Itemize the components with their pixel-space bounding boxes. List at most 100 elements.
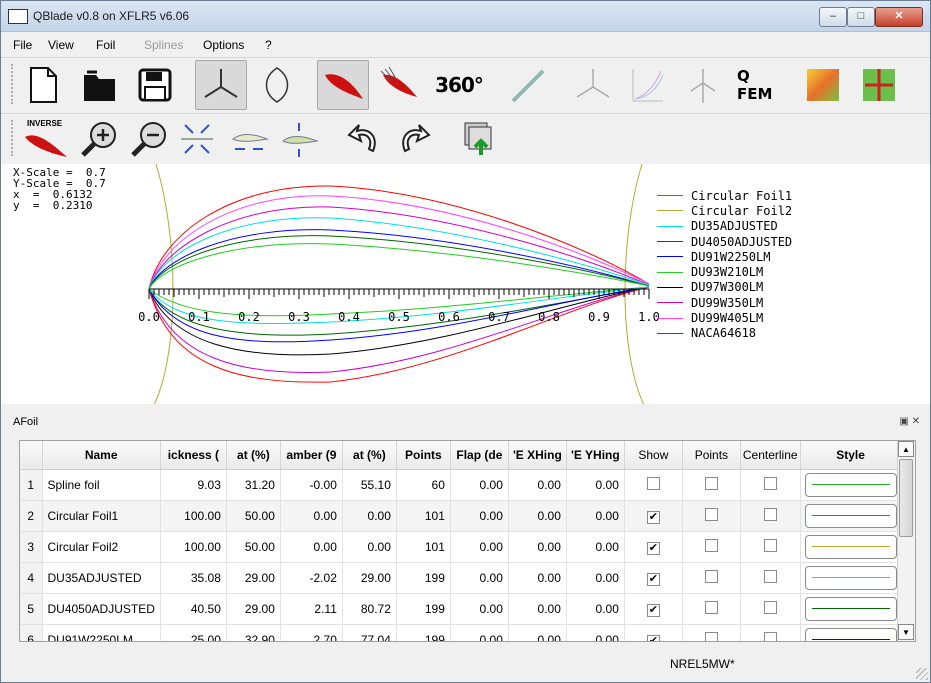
col-header[interactable]: ickness (	[160, 441, 227, 470]
show-checkbox[interactable]: ✔	[646, 634, 660, 641]
cell-thickness-pos[interactable]: 29.00	[226, 562, 281, 594]
pts-checkbox[interactable]	[704, 477, 718, 490]
cell-points[interactable]: 101	[396, 500, 451, 532]
cell-camber-pos[interactable]: 0.00	[342, 531, 397, 563]
cell-thickness[interactable]: 100.00	[160, 500, 227, 532]
cell-name[interactable]: DU91W2250LM	[42, 624, 161, 641]
airfoil-design-icon[interactable]	[317, 60, 369, 110]
show-checkbox[interactable]: ✔	[646, 541, 660, 555]
col-header[interactable]: at (%)	[226, 441, 281, 470]
cell-te-yhinge[interactable]: 0.00	[566, 500, 625, 532]
row-number[interactable]: 5	[20, 593, 43, 625]
line-style-button[interactable]	[804, 504, 897, 528]
cell-thickness-pos[interactable]: 32.90	[226, 624, 281, 641]
col-header[interactable]: Centerline	[740, 441, 801, 470]
inverse-design-icon[interactable]: INVERSE	[21, 116, 71, 162]
pts-checkbox[interactable]	[704, 570, 718, 583]
multi-param-icon[interactable]	[621, 60, 673, 110]
cell-camber[interactable]: 0.00	[280, 500, 343, 532]
new-file-icon[interactable]	[17, 60, 69, 110]
cell-camber[interactable]: 2.11	[280, 593, 343, 625]
col-header[interactable]: 'E XHing	[508, 441, 567, 470]
cell-camber[interactable]: -2.02	[280, 562, 343, 594]
blade-circle-icon[interactable]	[251, 60, 303, 110]
cell-thickness[interactable]: 40.50	[160, 593, 227, 625]
cell-points[interactable]: 101	[396, 531, 451, 563]
row-number[interactable]: 2	[20, 500, 43, 532]
col-header[interactable]: Points	[396, 441, 451, 470]
row-number[interactable]: 6	[20, 624, 43, 641]
cell-thickness[interactable]: 100.00	[160, 531, 227, 563]
polar-360-icon[interactable]: 360°	[433, 60, 485, 110]
cell-thickness-pos[interactable]: 50.00	[226, 531, 281, 563]
cell-te-yhinge[interactable]: 0.00	[566, 593, 625, 625]
export-image-icon[interactable]	[457, 116, 501, 162]
cell-flap[interactable]: 0.00	[450, 624, 509, 641]
cell-te-yhinge[interactable]: 0.00	[566, 562, 625, 594]
zoom-in-icon[interactable]	[77, 116, 121, 162]
save-icon[interactable]	[129, 60, 181, 110]
cell-camber[interactable]: 2.70	[280, 624, 343, 641]
cl-checkbox[interactable]	[763, 539, 777, 552]
pts-checkbox[interactable]	[704, 508, 718, 521]
table-scrollbar[interactable]: ▲ ▼	[897, 441, 915, 641]
cell-te-xhinge[interactable]: 0.00	[508, 500, 567, 532]
show-checkbox[interactable]	[646, 477, 660, 490]
maximize-button[interactable]: □	[847, 7, 875, 27]
col-header[interactable]: amber (9	[280, 441, 343, 470]
menu-view[interactable]: View	[48, 38, 74, 52]
table-row[interactable]: 3 Circular Foil2 100.00 50.00 0.00 0.00 101 0.0…	[20, 531, 902, 563]
line-style-button[interactable]	[804, 628, 897, 641]
cl-checkbox[interactable]	[763, 477, 777, 490]
menu-file[interactable]: File	[13, 38, 32, 52]
col-header[interactable]: Show	[624, 441, 683, 470]
cl-checkbox[interactable]	[763, 570, 777, 583]
table-row[interactable]: 1 Spline foil 9.03 31.20 -0.00 55.10 60 0.00 0.0…	[20, 469, 902, 501]
table-row[interactable]: 5 DU4050ADJUSTED 40.50 29.00 2.11 80.72 199 0.0…	[20, 593, 902, 625]
cell-thickness[interactable]: 25.00	[160, 624, 227, 641]
cell-flap[interactable]: 0.00	[450, 593, 509, 625]
y-scale-icon[interactable]	[277, 116, 321, 162]
line-style-button[interactable]	[804, 597, 897, 621]
dock-close-icon[interactable]: ✕	[912, 416, 920, 427]
cell-thickness-pos[interactable]: 31.20	[226, 469, 281, 501]
line-style-button[interactable]	[804, 535, 897, 559]
col-header[interactable]: Flap (de	[450, 441, 509, 470]
cl-checkbox[interactable]	[763, 601, 777, 614]
redo-icon[interactable]	[393, 116, 437, 162]
cell-flap[interactable]: 0.00	[450, 500, 509, 532]
menu-foil[interactable]: Foil	[96, 38, 115, 52]
cell-points[interactable]: 199	[396, 593, 451, 625]
scroll-down-icon[interactable]: ▼	[898, 624, 914, 640]
pts-checkbox[interactable]	[704, 601, 718, 614]
cell-te-yhinge[interactable]: 0.00	[566, 469, 625, 501]
toolbar-grip-2[interactable]	[11, 120, 17, 156]
cell-points[interactable]: 199	[396, 624, 451, 641]
turbine-sim-icon[interactable]	[677, 60, 729, 110]
line-style-button[interactable]	[804, 566, 897, 590]
cl-checkbox[interactable]	[763, 632, 777, 641]
cell-camber-pos[interactable]: 80.72	[342, 593, 397, 625]
cell-camber-pos[interactable]: 29.00	[342, 562, 397, 594]
cell-name[interactable]: Circular Foil1	[42, 500, 161, 532]
rotor-blade-icon[interactable]	[195, 60, 247, 110]
cell-name[interactable]: Spline foil	[42, 469, 161, 501]
float-icon[interactable]: ▣	[899, 416, 908, 427]
menu-help[interactable]: ?	[265, 38, 272, 52]
row-number[interactable]: 4	[20, 562, 43, 594]
show-checkbox[interactable]: ✔	[646, 510, 660, 524]
cell-te-xhinge[interactable]: 0.00	[508, 593, 567, 625]
cell-flap[interactable]: 0.00	[450, 562, 509, 594]
minimize-button[interactable]: –	[819, 7, 847, 27]
resize-grip[interactable]	[916, 668, 928, 680]
table-row[interactable]: 4 DU35ADJUSTED 35.08 29.00 -2.02 29.00 199 0.00…	[20, 562, 902, 594]
menu-splines[interactable]: Splines	[144, 38, 183, 52]
close-button[interactable]: ✕	[875, 7, 923, 27]
row-number[interactable]: 1	[20, 469, 43, 501]
pts-checkbox[interactable]	[704, 539, 718, 552]
qfem-icon[interactable]: Q FEM	[737, 60, 789, 110]
cell-name[interactable]: DU35ADJUSTED	[42, 562, 161, 594]
col-header[interactable]: at (%)	[342, 441, 397, 470]
table-row[interactable]: 6 DU91W2250LM 25.00 32.90 2.70 77.04 199 0.00 0.…	[20, 624, 902, 641]
col-header[interactable]: Style	[800, 441, 902, 470]
